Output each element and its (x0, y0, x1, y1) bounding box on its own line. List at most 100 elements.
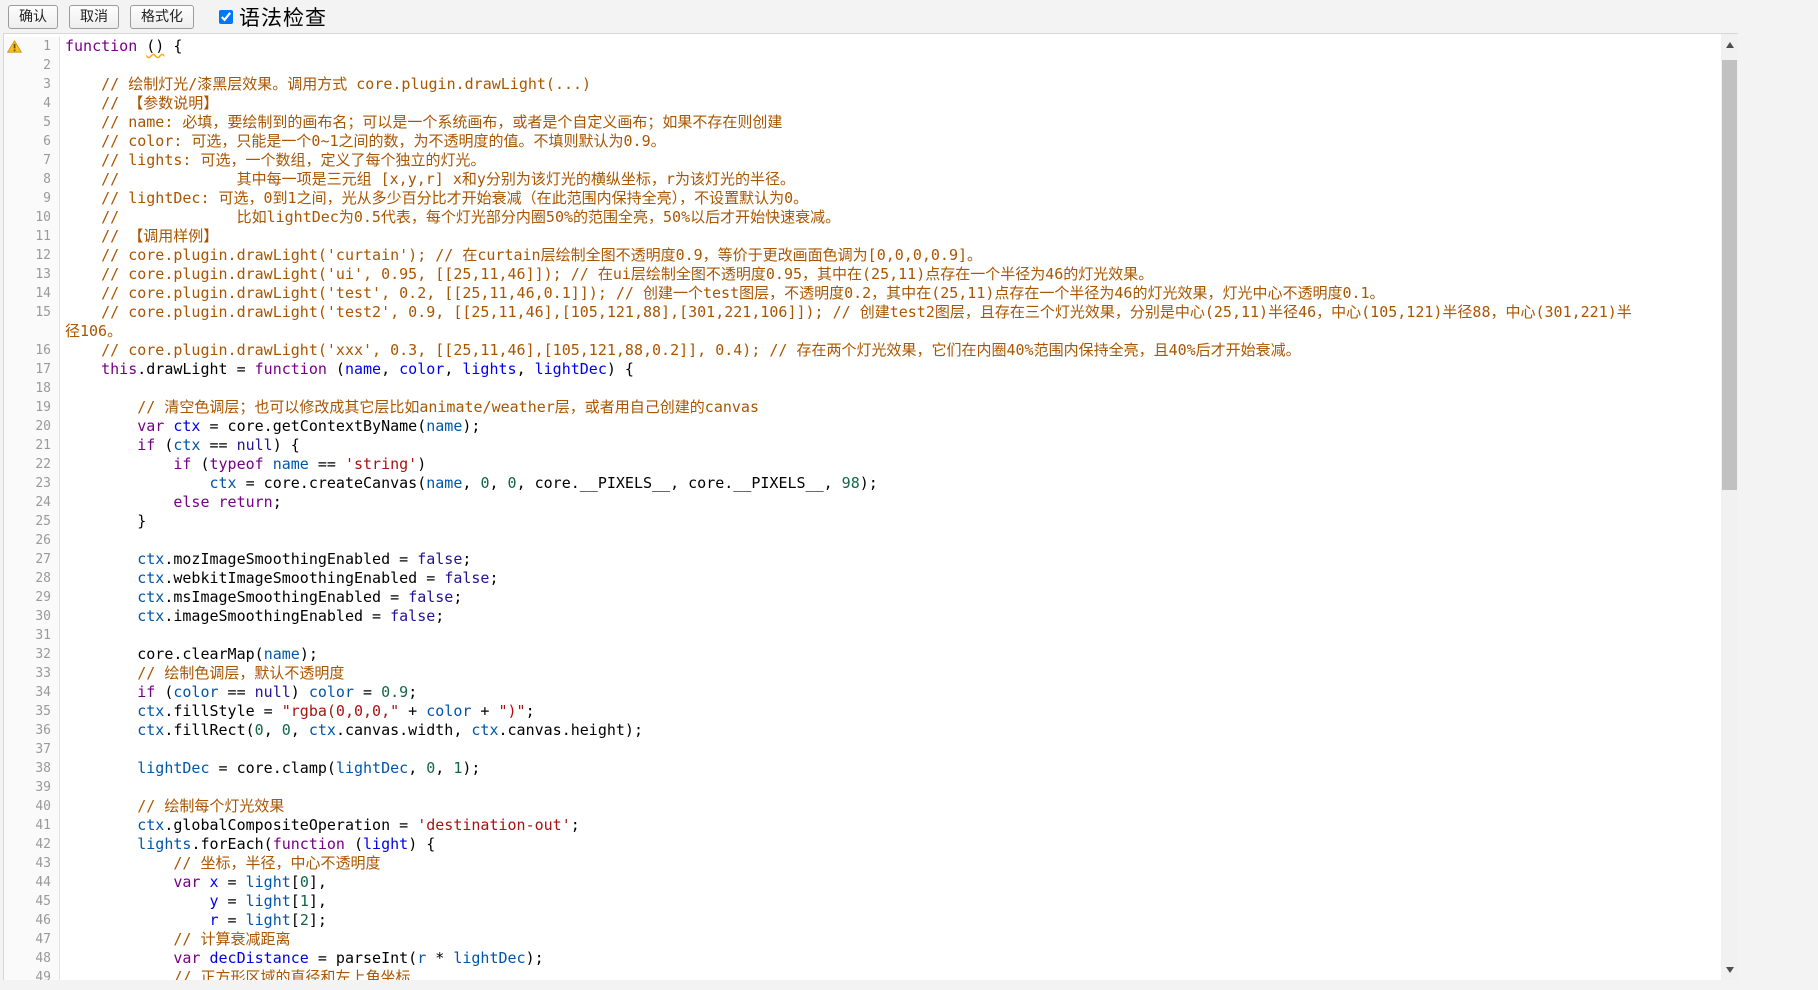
gutter-spacer (7, 664, 23, 683)
lint-warning-icon[interactable] (7, 37, 23, 56)
gutter: 39 (4, 778, 60, 797)
gutter: 22 (4, 455, 60, 474)
syntax-check-label: 语法检查 (239, 2, 327, 32)
code-line: 44 var x = light[0], (4, 873, 1721, 892)
code-text: // 【调用样例】 (60, 227, 1645, 246)
code-text: this.drawLight = function (name, color, … (60, 360, 1645, 379)
code-line: 34 if (color == null) color = 0.9; (4, 683, 1721, 702)
code-line: 36 ctx.fillRect(0, 0, ctx.canvas.width, … (4, 721, 1721, 740)
gutter: 7 (4, 151, 60, 170)
code-line: 11 // 【调用样例】 (4, 227, 1721, 246)
line-number: 1 (43, 37, 51, 56)
scrollbar-thumb[interactable] (1722, 60, 1737, 490)
gutter: 12 (4, 246, 60, 265)
code-text: if (ctx == null) { (60, 436, 1645, 455)
code-text: // 计算衰减距离 (60, 930, 1645, 949)
code-line: 16 // core.plugin.drawLight('xxx', 0.3, … (4, 341, 1721, 360)
gutter: 10 (4, 208, 60, 227)
gutter-spacer (7, 892, 23, 911)
line-number: 14 (35, 284, 51, 303)
line-number: 3 (43, 75, 51, 94)
code-text: // core.plugin.drawLight('curtain'); // … (60, 246, 1645, 265)
gutter-spacer (7, 702, 23, 721)
gutter-spacer (7, 303, 23, 322)
gutter: 37 (4, 740, 60, 759)
code-line: 3 // 绘制灯光/漆黑层效果。调用方式 core.plugin.drawLig… (4, 75, 1721, 94)
gutter-spacer (7, 531, 23, 550)
code-line: 17 this.drawLight = function (name, colo… (4, 360, 1721, 379)
gutter: 2 (4, 56, 60, 75)
code-line: 48 var decDistance = parseInt(r * lightD… (4, 949, 1721, 968)
code-text: ctx.mozImageSmoothingEnabled = false; (60, 550, 1645, 569)
gutter: 14 (4, 284, 60, 303)
scrollbar-up-arrow-icon[interactable] (1721, 36, 1738, 53)
line-number: 9 (43, 189, 51, 208)
code-area[interactable]: 1function () {23 // 绘制灯光/漆黑层效果。调用方式 core… (4, 34, 1721, 980)
gutter-spacer (7, 56, 23, 75)
code-text: if (typeof name == 'string') (60, 455, 1645, 474)
syntax-check-checkbox[interactable] (219, 10, 233, 24)
line-number: 37 (35, 740, 51, 759)
gutter: 16 (4, 341, 60, 360)
gutter-spacer (7, 94, 23, 113)
code-line: 35 ctx.fillStyle = "rgba(0,0,0," + color… (4, 702, 1721, 721)
line-number: 36 (35, 721, 51, 740)
code-line: 10 // 比如lightDec为0.5代表，每个灯光部分内圈50%的范围全亮，… (4, 208, 1721, 227)
code-line: 22 if (typeof name == 'string') (4, 455, 1721, 474)
code-line: 30 ctx.imageSmoothingEnabled = false; (4, 607, 1721, 626)
gutter-spacer (7, 854, 23, 873)
code-line: 46 r = light[2]; (4, 911, 1721, 930)
line-number: 46 (35, 911, 51, 930)
gutter-spacer (7, 208, 23, 227)
gutter-spacer (7, 588, 23, 607)
code-line: 38 lightDec = core.clamp(lightDec, 0, 1)… (4, 759, 1721, 778)
vertical-scrollbar[interactable] (1721, 34, 1738, 980)
line-number: 28 (35, 569, 51, 588)
format-button[interactable]: 格式化 (130, 5, 194, 29)
gutter-spacer (7, 607, 23, 626)
code-line: 25 } (4, 512, 1721, 531)
code-line: 4 // 【参数说明】 (4, 94, 1721, 113)
code-text: y = light[1], (60, 892, 1645, 911)
gutter-spacer (7, 569, 23, 588)
line-number: 15 (35, 303, 51, 322)
code-line: 27 ctx.mozImageSmoothingEnabled = false; (4, 550, 1721, 569)
code-text: // 坐标，半径，中心不透明度 (60, 854, 1645, 873)
line-number: 40 (35, 797, 51, 816)
gutter-spacer (7, 759, 23, 778)
code-line: 2 (4, 56, 1721, 75)
line-number: 25 (35, 512, 51, 531)
confirm-button[interactable]: 确认 (8, 5, 58, 29)
line-number: 18 (35, 379, 51, 398)
gutter: 23 (4, 474, 60, 493)
line-number: 20 (35, 417, 51, 436)
scrollbar-down-arrow-icon[interactable] (1721, 961, 1738, 978)
cancel-button[interactable]: 取消 (69, 5, 119, 29)
gutter: 19 (4, 398, 60, 417)
line-number: 38 (35, 759, 51, 778)
line-number: 23 (35, 474, 51, 493)
gutter-spacer (7, 436, 23, 455)
gutter: 48 (4, 949, 60, 968)
gutter-spacer (7, 683, 23, 702)
code-text: // 绘制色调层，默认不透明度 (60, 664, 1645, 683)
code-text: core.clearMap(name); (60, 645, 1645, 664)
gutter: 41 (4, 816, 60, 835)
gutter-spacer (7, 835, 23, 854)
code-text: ctx.globalCompositeOperation = 'destinat… (60, 816, 1645, 835)
toolbar: 确认 取消 格式化 语法检查 (0, 0, 1818, 33)
code-line: 23 ctx = core.createCanvas(name, 0, 0, c… (4, 474, 1721, 493)
code-line: 33 // 绘制色调层，默认不透明度 (4, 664, 1721, 683)
code-line: 5 // name: 必填，要绘制到的画布名；可以是一个系统画布，或者是个自定义… (4, 113, 1721, 132)
gutter: 21 (4, 436, 60, 455)
line-number: 12 (35, 246, 51, 265)
gutter: 20 (4, 417, 60, 436)
gutter: 44 (4, 873, 60, 892)
line-number: 5 (43, 113, 51, 132)
gutter: 13 (4, 265, 60, 284)
code-text: // color: 可选，只能是一个0~1之间的数，为不透明度的值。不填则默认为… (60, 132, 1645, 151)
gutter-spacer (7, 721, 23, 740)
code-line: 12 // core.plugin.drawLight('curtain'); … (4, 246, 1721, 265)
code-text: var ctx = core.getContextByName(name); (60, 417, 1645, 436)
gutter: 17 (4, 360, 60, 379)
